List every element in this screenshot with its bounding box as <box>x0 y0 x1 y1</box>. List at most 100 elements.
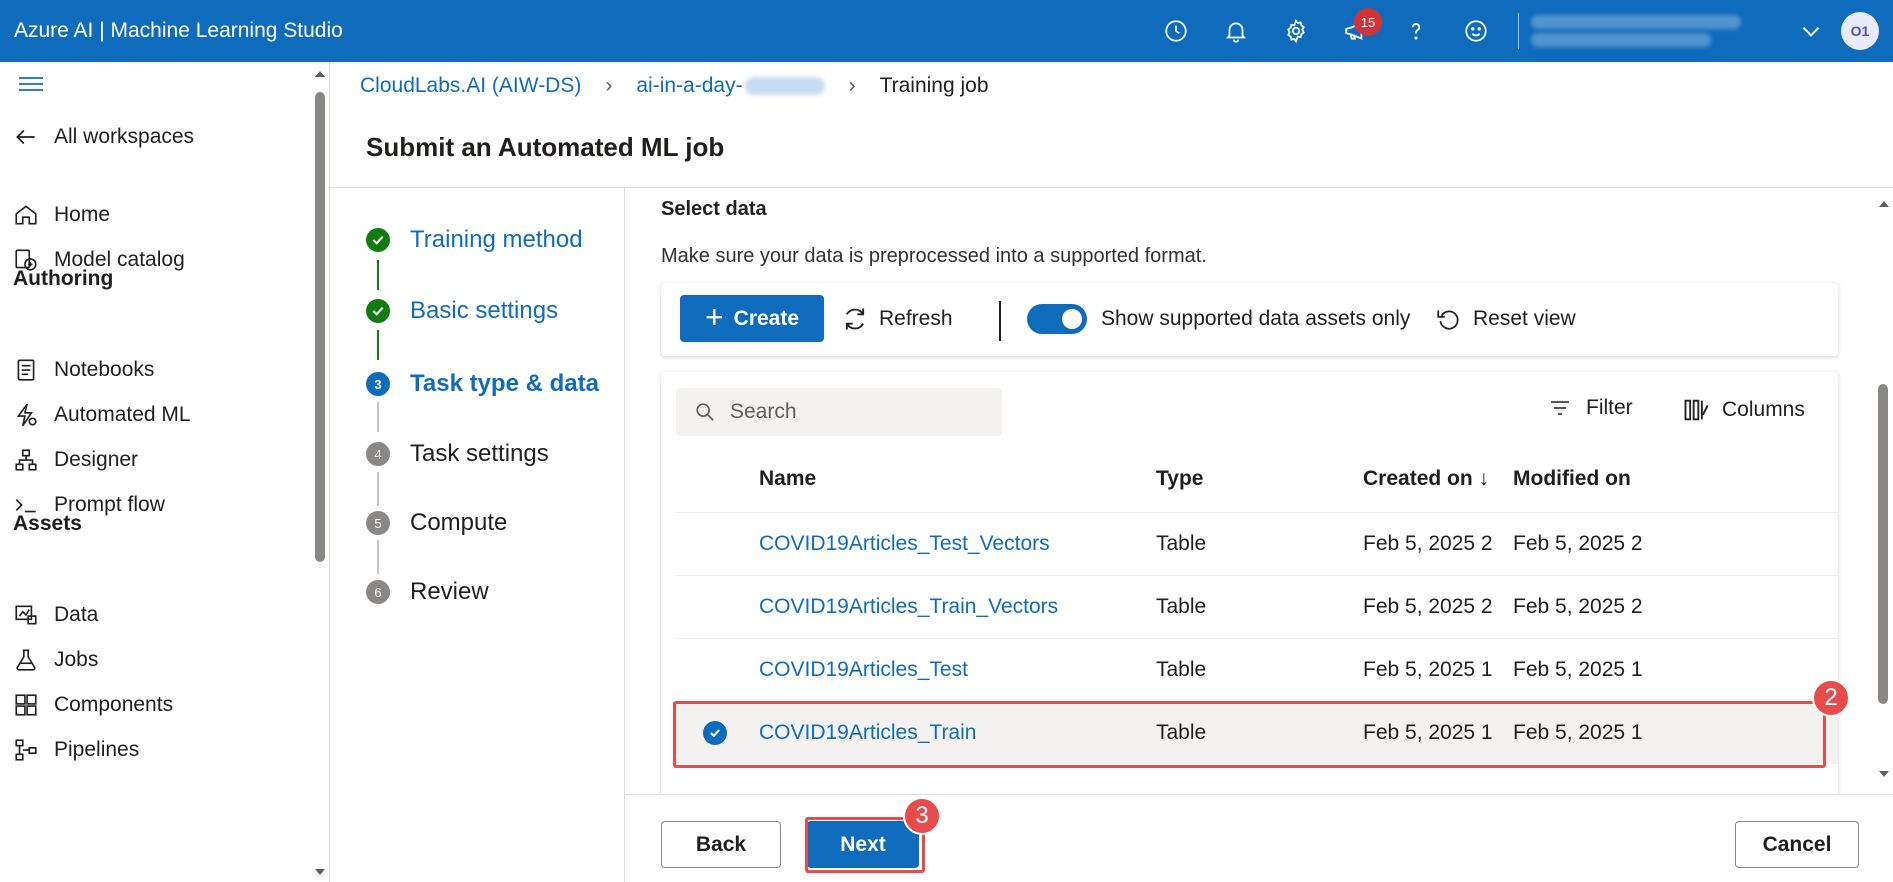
breadcrumb-resource[interactable]: ai-in-a-day- <box>636 74 825 98</box>
cancel-button[interactable]: Cancel <box>1735 821 1859 868</box>
step-label: Review <box>410 578 489 605</box>
page-title: Submit an Automated ML job <box>366 132 725 162</box>
sidebar-item-home[interactable]: Home <box>12 195 110 235</box>
automl-icon <box>12 401 40 429</box>
settings-gear-icon[interactable] <box>1266 0 1326 62</box>
sidebar-item-designer[interactable]: Designer <box>12 440 138 480</box>
table-row[interactable]: COVID19Articles_Test Table Feb 5, 2025 1… <box>676 638 1838 701</box>
breadcrumb-workspace[interactable]: CloudLabs.AI (AIW-DS) <box>360 74 581 98</box>
selected-row-highlight <box>673 701 1826 768</box>
breadcrumb: CloudLabs.AI (AIW-DS) › ai-in-a-day- › T… <box>360 74 989 98</box>
columns-button[interactable]: Columns <box>1682 396 1805 424</box>
step-complete-check-icon <box>366 299 390 323</box>
table-row[interactable]: COVID19Articles_Train_Vectors Table Feb … <box>676 575 1838 638</box>
scroll-up-arrow-icon[interactable] <box>312 68 328 80</box>
home-icon <box>12 201 40 229</box>
announcements-megaphone-icon[interactable]: 15 <box>1326 0 1386 62</box>
notification-count-badge: 15 <box>1354 8 1382 36</box>
step-compute[interactable]: 5 Compute <box>366 509 507 537</box>
step-training-method[interactable]: Training method <box>366 226 583 254</box>
filter-icon <box>1551 401 1569 415</box>
step-review[interactable]: 6 Review <box>366 578 489 606</box>
step-number: 3 <box>366 372 390 396</box>
breadcrumb-resource-label: ai-in-a-day- <box>636 74 743 97</box>
plus-icon: + <box>704 298 724 335</box>
refresh-button[interactable]: Refresh <box>841 295 953 342</box>
sidebar-scroll-thumb[interactable] <box>315 92 325 562</box>
sidebar-item-jobs[interactable]: Jobs <box>12 640 98 680</box>
help-question-icon[interactable] <box>1386 0 1446 62</box>
column-header-modified-on[interactable]: Modified on <box>1513 467 1631 491</box>
scroll-down-arrow-icon[interactable] <box>312 866 328 878</box>
sidebar-item-label: Components <box>54 693 174 716</box>
columns-label: Columns <box>1722 398 1805 421</box>
breadcrumb-resource-redacted <box>744 77 825 96</box>
sidebar-item-data[interactable]: Data <box>12 595 98 635</box>
toolbar-divider <box>999 301 1001 341</box>
search-box[interactable] <box>676 388 1002 436</box>
sidebar-item-components[interactable]: Components <box>12 685 173 725</box>
step-task-type-data[interactable]: 3 Task type & data <box>366 370 599 398</box>
back-arrow-icon <box>12 123 40 151</box>
step-task-settings[interactable]: 4 Task settings <box>366 440 549 468</box>
scroll-down-arrow-icon[interactable] <box>1876 768 1892 780</box>
pipelines-icon <box>12 736 40 764</box>
row-name-link[interactable]: COVID19Articles_Test_Vectors <box>759 532 1050 556</box>
toggle-switch[interactable] <box>1027 304 1087 334</box>
create-button-label: Create <box>733 306 800 330</box>
column-header-created-on[interactable]: Created on ↓ <box>1363 467 1489 491</box>
column-header-name[interactable]: Name <box>759 467 816 491</box>
recent-clock-icon[interactable] <box>1146 0 1206 62</box>
designer-icon <box>12 446 40 474</box>
account-info-redacted[interactable] <box>1531 6 1791 56</box>
back-button[interactable]: Back <box>661 821 781 868</box>
row-name-link[interactable]: COVID19Articles_Train_Vectors <box>759 595 1058 619</box>
row-created-on: Feb 5, 2025 2:... <box>1363 532 1493 555</box>
step-label: Basic settings <box>410 297 559 324</box>
top-bar-actions: 15 O1 <box>1146 0 1893 62</box>
step-basic-settings[interactable]: Basic settings <box>366 297 558 325</box>
sidebar-item-pipelines[interactable]: Pipelines <box>12 730 139 770</box>
search-input[interactable] <box>730 400 980 424</box>
select-data-heading: Select data <box>661 198 767 220</box>
step-label: Training method <box>410 226 583 253</box>
notifications-bell-icon[interactable] <box>1206 0 1266 62</box>
toggle-knob <box>1062 309 1082 329</box>
data-toolbar: + Create Refresh Show supported data ass… <box>661 283 1838 356</box>
hamburger-menu-icon[interactable] <box>18 74 44 94</box>
sidebar-item-notebooks[interactable]: Notebooks <box>12 350 154 390</box>
step-connector <box>377 330 379 360</box>
content-scroll-thumb[interactable] <box>1878 384 1888 704</box>
row-created-on: Feb 5, 2025 2:... <box>1363 595 1493 618</box>
account-chevron-down-icon[interactable] <box>1791 0 1831 62</box>
app-title[interactable]: Azure AI | Machine Learning Studio <box>0 19 343 43</box>
step-connector <box>377 402 379 432</box>
step-complete-check-icon <box>366 228 390 252</box>
search-icon <box>696 403 714 421</box>
table-row[interactable]: COVID19Articles_Test_Vectors Table Feb 5… <box>676 512 1838 575</box>
avatar[interactable]: O1 <box>1841 12 1879 50</box>
breadcrumb-chevron-icon: › <box>848 74 856 97</box>
data-icon <box>12 601 40 629</box>
content-scrollbar[interactable] <box>1874 188 1893 788</box>
filter-button[interactable]: Filter <box>1548 396 1633 420</box>
row-type: Table <box>1156 532 1207 555</box>
step-connector <box>377 260 379 290</box>
row-type: Table <box>1156 595 1207 618</box>
supported-assets-toggle[interactable]: Show supported data assets only <box>1027 302 1410 336</box>
row-name-link[interactable]: COVID19Articles_Test <box>759 658 968 682</box>
all-workspaces-link[interactable]: All workspaces <box>12 117 194 157</box>
notebook-icon <box>12 356 40 384</box>
scroll-up-arrow-icon[interactable] <box>1876 198 1892 210</box>
reset-view-button[interactable]: Reset view <box>1435 295 1576 342</box>
jobs-icon <box>12 646 40 674</box>
column-header-type[interactable]: Type <box>1156 467 1203 491</box>
refresh-button-label: Refresh <box>879 306 953 330</box>
feedback-smiley-icon[interactable] <box>1446 0 1506 62</box>
sidebar: All workspaces Home Model catalog Author… <box>0 62 330 882</box>
step-label: Task settings <box>410 440 549 467</box>
sidebar-scrollbar[interactable] <box>312 62 328 882</box>
create-button[interactable]: + Create <box>680 295 824 342</box>
sidebar-item-automated-ml[interactable]: Automated ML <box>12 395 191 435</box>
step-connector <box>377 540 379 574</box>
